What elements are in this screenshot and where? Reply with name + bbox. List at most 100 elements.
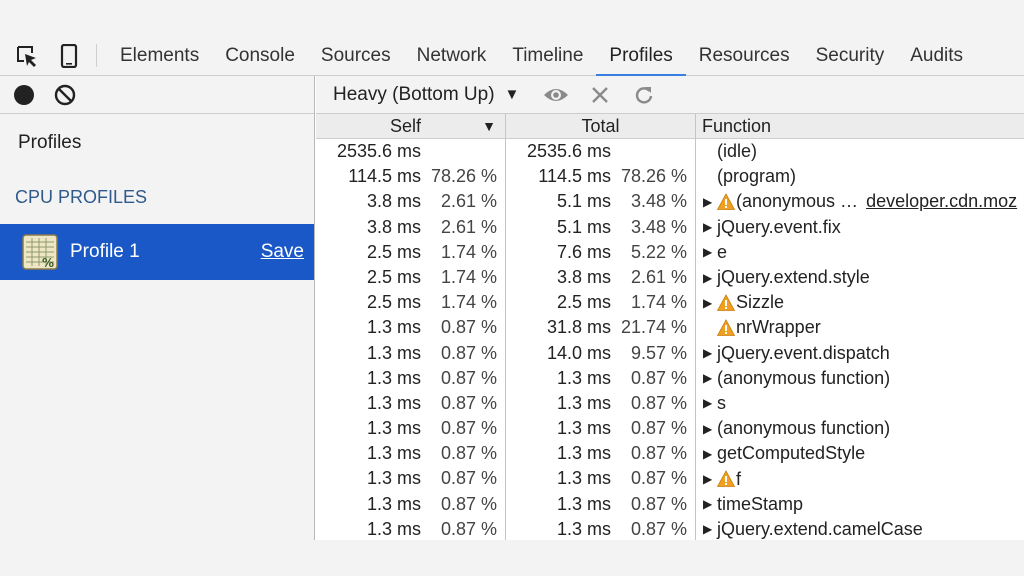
self-percent: 2.61 % [440, 191, 497, 212]
expand-triangle-icon[interactable]: ▶ [703, 472, 717, 486]
expand-triangle-icon[interactable]: ▶ [703, 346, 717, 360]
self-time: 1.3 ms [366, 493, 421, 514]
table-row[interactable]: 1.3 ms 0.87 % 14.0 ms 9.57 % ▶ jQuery.event.d… [316, 340, 1024, 366]
table-row[interactable]: 1.3 ms 0.87 % 1.3 ms 0.87 % ▶ jQuery.extend.c… [316, 516, 1024, 540]
expand-triangle-icon[interactable]: ▶ [703, 396, 717, 410]
tab-sources[interactable]: Sources [308, 36, 404, 75]
tab-profiles[interactable]: Profiles [596, 36, 687, 76]
table-row[interactable]: 1.3 ms 0.87 % 1.3 ms 0.87 % ▶ timeStamp [316, 491, 1024, 517]
column-header-function[interactable]: Function [696, 114, 1024, 139]
self-cell: 2.5 ms 1.74 % [316, 290, 506, 316]
total-time: 1.3 ms [556, 518, 611, 539]
devtools-window: Elements Console Sources Network Timeline Pro… [0, 36, 1024, 540]
total-cell: 2.5 ms 1.74 % [506, 290, 696, 316]
restore-button[interactable] [629, 82, 659, 108]
function-name: (anonymous function) [717, 367, 891, 388]
table-row[interactable]: 1.3 ms 0.87 % 1.3 ms 0.87 % ▶ getComputedStyl… [316, 441, 1024, 467]
function-cell: ▶ jQuery.extend.camelCase [696, 517, 1024, 540]
tab-console[interactable]: Console [212, 36, 308, 75]
view-mode-select[interactable]: Heavy (Bottom Up) ▼ [333, 84, 519, 106]
focus-button[interactable] [541, 82, 571, 108]
tab-timeline[interactable]: Timeline [499, 36, 596, 75]
self-percent: 0.87 % [440, 493, 497, 514]
tab-audits[interactable]: Audits [897, 36, 976, 75]
self-percent: 0.87 % [440, 317, 497, 338]
table-row[interactable]: 2535.6 ms 2535.6 ms ▶(idle) [316, 139, 1024, 165]
function-cell: ▶nrWrapper [696, 315, 1024, 340]
device-mode-button[interactable] [48, 36, 90, 75]
tab-resources[interactable]: Resources [686, 36, 803, 75]
function-cell: ▶ jQuery.event.dispatch [696, 341, 1024, 366]
expand-triangle-icon[interactable]: ▶ [703, 522, 717, 536]
self-cell: 1.3 ms 0.87 % [316, 340, 506, 366]
table-row[interactable]: 1.3 ms 0.87 % 1.3 ms 0.87 % ▶ (anonymous func… [316, 416, 1024, 442]
total-percent: 3.48 % [630, 216, 687, 237]
table-row[interactable]: 1.3 ms 0.87 % 1.3 ms 0.87 % ▶ s [316, 390, 1024, 417]
inspect-element-button[interactable] [6, 36, 48, 75]
table-row[interactable]: 114.5 ms 78.26 % 114.5 ms 78.26 % ▶(program) [316, 164, 1024, 190]
function-cell: ▶ timeStamp [696, 492, 1024, 517]
table-row[interactable]: 1.3 ms 0.87 % 31.8 ms 21.74 % ▶nrWrapper [316, 315, 1024, 341]
total-percent: 0.87 % [630, 392, 687, 413]
function-cell: ▶ Sizzle [696, 290, 1024, 315]
table-row[interactable]: 1.3 ms 0.87 % 1.3 ms 0.87 % ▶ f [316, 466, 1024, 492]
total-cell: 1.3 ms 0.87 % [506, 466, 696, 492]
self-cell: 2.5 ms 1.74 % [316, 264, 506, 291]
function-cell: ▶ (anonymous … developer.cdn.moz [696, 189, 1024, 214]
expand-triangle-icon[interactable]: ▶ [703, 220, 717, 234]
self-cell: 3.8 ms 2.61 % [316, 214, 506, 240]
total-cell: 1.3 ms 0.87 % [506, 491, 696, 517]
total-time: 1.3 ms [556, 367, 611, 388]
expand-triangle-icon[interactable]: ▶ [703, 195, 717, 209]
chevron-down-icon: ▼ [504, 86, 520, 103]
self-cell: 1.3 ms 0.87 % [316, 315, 506, 341]
table-row[interactable]: 1.3 ms 0.87 % 1.3 ms 0.87 % ▶ (anonymous func… [316, 365, 1024, 391]
function-name: jQuery.extend.camelCase [717, 518, 923, 539]
column-header-total[interactable]: Total [506, 114, 696, 139]
table-row[interactable]: 3.8 ms 2.61 % 5.1 ms 3.48 % ▶ jQuery.event.fi… [316, 214, 1024, 240]
function-cell: ▶ f [696, 466, 1024, 491]
self-time: 114.5 ms [348, 166, 421, 187]
tab-network[interactable]: Network [404, 36, 500, 75]
expand-triangle-icon[interactable]: ▶ [703, 271, 717, 285]
exclude-button[interactable] [585, 82, 615, 108]
expand-triangle-icon[interactable]: ▶ [703, 422, 717, 436]
expand-triangle-icon[interactable]: ▶ [703, 296, 717, 310]
expand-triangle-icon[interactable]: ▶ [703, 371, 717, 385]
profiles-sidebar: Profiles CPU PROFILES % Profile 1 Save [0, 76, 315, 540]
tab-security[interactable]: Security [803, 36, 898, 75]
self-time: 1.3 ms [366, 367, 421, 388]
close-icon [592, 86, 609, 103]
view-mode-label: Heavy (Bottom Up) [333, 83, 495, 105]
self-percent [421, 139, 497, 164]
function-cell: ▶ s [696, 391, 1024, 416]
table-row[interactable]: 2.5 ms 1.74 % 3.8 ms 2.61 % ▶ jQuery.extend.s… [316, 264, 1024, 291]
expand-triangle-icon[interactable]: ▶ [703, 497, 717, 511]
expand-triangle-icon[interactable]: ▶ [703, 245, 717, 259]
expand-triangle-icon[interactable]: ▶ [703, 447, 717, 461]
self-cell: 1.3 ms 0.87 % [316, 390, 506, 417]
record-icon[interactable] [14, 84, 34, 105]
sidebar-toolbar [0, 76, 314, 114]
table-row[interactable]: 3.8 ms 2.61 % 5.1 ms 3.48 % ▶ (anonymous … dev… [316, 189, 1024, 215]
self-time: 1.3 ms [366, 443, 421, 464]
total-cell: 1.3 ms 0.87 % [506, 516, 696, 540]
total-time: 1.3 ms [556, 468, 611, 489]
self-percent: 0.87 % [440, 342, 497, 363]
clear-icon[interactable] [54, 84, 76, 106]
sidebar-item-profile-1[interactable]: % Profile 1 Save [0, 224, 314, 280]
tab-elements[interactable]: Elements [107, 36, 212, 75]
function-cell: ▶ e [696, 240, 1024, 265]
total-time: 3.8 ms [556, 266, 611, 287]
source-link[interactable]: developer.cdn.moz [866, 191, 1017, 212]
self-percent: 0.87 % [440, 443, 497, 464]
total-percent: 3.48 % [630, 191, 687, 212]
total-percent: 0.87 % [630, 367, 687, 388]
save-profile-link[interactable]: Save [261, 241, 304, 263]
table-row[interactable]: 2.5 ms 1.74 % 2.5 ms 1.74 % ▶ Sizzle [316, 290, 1024, 316]
function-name: timeStamp [717, 493, 804, 514]
function-name: f [736, 468, 742, 489]
function-name: Sizzle [736, 292, 785, 313]
column-header-self[interactable]: Self ▼ [316, 114, 506, 139]
table-row[interactable]: 2.5 ms 1.74 % 7.6 ms 5.22 % ▶ e [316, 239, 1024, 265]
